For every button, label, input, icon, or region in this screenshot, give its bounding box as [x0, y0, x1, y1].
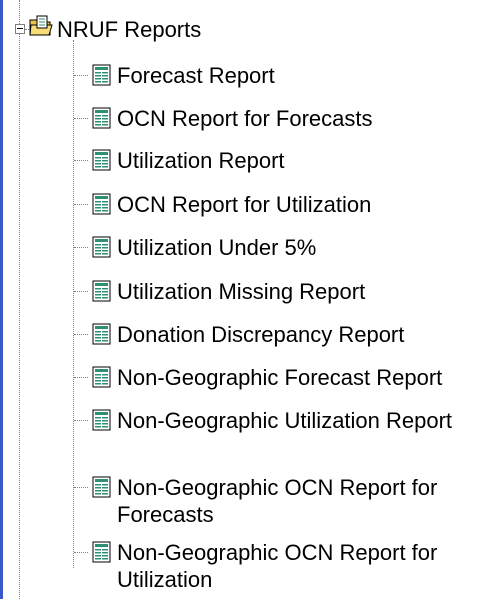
tree-item-label[interactable]: Utilization Under 5% — [117, 234, 316, 261]
report-icon — [92, 193, 111, 215]
tree-item[interactable]: Non-Geographic Utilization Report — [0, 407, 501, 465]
report-icon — [92, 149, 111, 171]
tree-item-label[interactable]: Donation Discrepancy Report — [117, 321, 404, 348]
tree-item-label[interactable]: OCN Report for Utilization — [117, 191, 371, 218]
tree-line-branch — [74, 487, 88, 488]
tree-item[interactable]: OCN Report for Utilization — [0, 191, 501, 221]
tree-line-branch — [74, 552, 88, 553]
tree-line-branch — [74, 160, 88, 161]
tree-item[interactable]: Forecast Report — [0, 62, 501, 92]
tree-item-label[interactable]: Forecast Report — [117, 62, 275, 89]
report-icon — [92, 366, 111, 388]
collapse-toggle-button[interactable] — [15, 24, 25, 34]
tree-line-branch — [74, 377, 88, 378]
tree-item[interactable]: Utilization Under 5% — [0, 234, 501, 264]
tree-line-branch — [74, 420, 88, 421]
tree-root-label[interactable]: NRUF Reports — [57, 16, 201, 43]
tree-item[interactable]: Utilization Report — [0, 147, 501, 177]
tree-line-branch — [74, 291, 88, 292]
tree-line-branch — [74, 334, 88, 335]
report-icon — [92, 64, 111, 86]
report-folder-icon[interactable] — [28, 14, 54, 38]
tree-item-label[interactable]: Non-Geographic Forecast Report — [117, 364, 442, 391]
tree-item[interactable]: Non-Geographic OCN Report for Utilizatio… — [0, 539, 501, 597]
tree-item[interactable]: Utilization Missing Report — [0, 278, 501, 308]
tree-line-branch — [74, 118, 88, 119]
tree-item[interactable]: OCN Report for Forecasts — [0, 105, 501, 135]
report-icon — [92, 280, 111, 302]
tree-line-branch — [74, 247, 88, 248]
report-icon — [92, 107, 111, 129]
tree-item[interactable]: Donation Discrepancy Report — [0, 321, 501, 351]
tree-item-label[interactable]: Non-Geographic OCN Report for Utilizatio… — [117, 539, 497, 593]
report-icon — [92, 323, 111, 345]
tree-item-label[interactable]: OCN Report for Forecasts — [117, 105, 373, 132]
report-icon — [92, 409, 111, 431]
tree-item-label[interactable]: Non-Geographic OCN Report for Forecasts — [117, 474, 497, 528]
tree-item[interactable]: Non-Geographic Forecast Report — [0, 364, 501, 394]
report-icon — [92, 541, 111, 563]
tree-item-label[interactable]: Utilization Missing Report — [117, 278, 365, 305]
tree-line-branch — [74, 204, 88, 205]
tree-item-label[interactable]: Utilization Report — [117, 147, 285, 174]
report-tree-panel: NRUF Reports Forecast Report OCN Report f… — [0, 0, 501, 599]
report-icon — [92, 476, 111, 498]
tree-item-label[interactable]: Non-Geographic Utilization Report — [117, 407, 497, 434]
tree-line-root — [19, 0, 20, 24]
report-icon — [92, 236, 111, 258]
tree-item[interactable]: Non-Geographic OCN Report for Forecasts — [0, 474, 501, 532]
tree-line-branch — [74, 75, 88, 76]
